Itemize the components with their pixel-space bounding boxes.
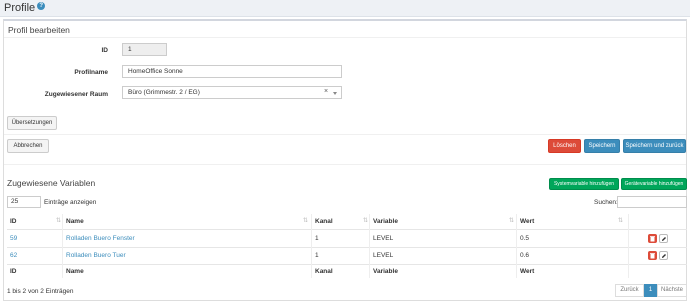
row-id-link[interactable]: 59 (10, 235, 17, 242)
profile-box: Profil bearbeiten ID 1 Profilname HomeOf… (3, 19, 687, 301)
clear-icon[interactable]: × (324, 88, 328, 95)
section-title-edit: Profil bearbeiten (8, 25, 70, 35)
column-footer-kanal: Kanal (315, 268, 333, 275)
cancel-button[interactable]: Abbrechen (7, 139, 49, 153)
sort-icon[interactable]: ⇅ (363, 217, 368, 224)
row-wert: 0.6 (520, 252, 530, 259)
header-bar: Profile? (0, 0, 690, 17)
chevron-down-icon[interactable] (333, 92, 337, 95)
row-name-link[interactable]: Rolladen Buero Fenster (66, 235, 135, 242)
sort-icon[interactable]: ⇅ (509, 217, 514, 224)
entries-label: Einträge anzeigen (44, 199, 97, 206)
question-circle-icon[interactable]: ? (37, 2, 46, 10)
column-divider (311, 214, 312, 278)
pagination-next-button[interactable]: Nächste (657, 284, 687, 297)
row-kanal: 1 (315, 235, 319, 242)
search-label: Suchen: (594, 199, 618, 206)
column-footer-wert: Wert (520, 268, 535, 275)
column-divider (62, 214, 63, 278)
column-header-wert[interactable]: Wert (520, 218, 534, 225)
row-name-link[interactable]: Rolladen Buero Tuer (66, 252, 126, 259)
column-divider (516, 214, 517, 278)
delete-button[interactable]: Löschen (548, 139, 581, 153)
page-title: Profile (4, 2, 36, 14)
row-variable: LEVEL (373, 235, 394, 242)
trash-icon[interactable] (648, 251, 657, 260)
profile-name-label: Profilname (74, 69, 108, 76)
column-divider (628, 214, 629, 278)
room-select[interactable]: Büro (Grimmestr. 2 / EG) (122, 86, 342, 99)
edit-icon[interactable] (659, 234, 668, 243)
id-label: ID (101, 47, 109, 54)
row-variable: LEVEL (373, 252, 394, 259)
column-header-name[interactable]: Name (66, 218, 84, 225)
search-input[interactable] (617, 196, 687, 208)
column-footer-id: ID (10, 268, 17, 275)
pagination-page-1[interactable]: 1 (644, 284, 657, 297)
translations-button[interactable]: Übersetzungen (7, 116, 57, 130)
profile-name-field[interactable]: HomeOffice Sonne (122, 65, 342, 78)
column-header-kanal[interactable]: Kanal (315, 218, 333, 225)
table-row-line (7, 229, 687, 230)
divider (4, 164, 686, 165)
row-wert: 0.5 (520, 235, 530, 242)
column-header-id[interactable]: ID (10, 218, 17, 225)
divider (4, 37, 686, 38)
sort-icon[interactable]: ⇅ (618, 217, 623, 224)
column-header-variable[interactable]: Variable (373, 218, 398, 225)
page-size-select[interactable]: 25 (7, 196, 41, 208)
table-row-line (7, 247, 687, 248)
pagination-prev-button[interactable]: Zurück (615, 284, 644, 297)
column-divider (369, 214, 370, 278)
trash-icon[interactable] (648, 234, 657, 243)
add-system-variable-button[interactable]: Systemvariable hinzufügen (549, 178, 619, 190)
id-field[interactable]: 1 (122, 43, 167, 56)
column-footer-name: Name (66, 268, 84, 275)
sort-icon[interactable]: ⇅ (303, 217, 308, 224)
row-id-link[interactable]: 62 (10, 252, 17, 259)
save-button[interactable]: Speichern (584, 139, 620, 153)
row-kanal: 1 (315, 252, 319, 259)
divider (4, 134, 686, 135)
save-and-back-button[interactable]: Speichern und zurück (623, 139, 686, 153)
sort-icon[interactable]: ⇅ (56, 217, 61, 224)
add-device-variable-button[interactable]: Gerätevariable hinzufügen (621, 178, 687, 190)
section-title-variables: Zugewiesene Variablen (7, 178, 96, 188)
edit-icon[interactable] (659, 251, 668, 260)
table-row-line (7, 264, 687, 265)
room-label: Zugewiesener Raum (44, 91, 108, 98)
table-info: 1 bis 2 von 2 Einträgen (7, 288, 74, 295)
column-footer-variable: Variable (373, 268, 398, 275)
